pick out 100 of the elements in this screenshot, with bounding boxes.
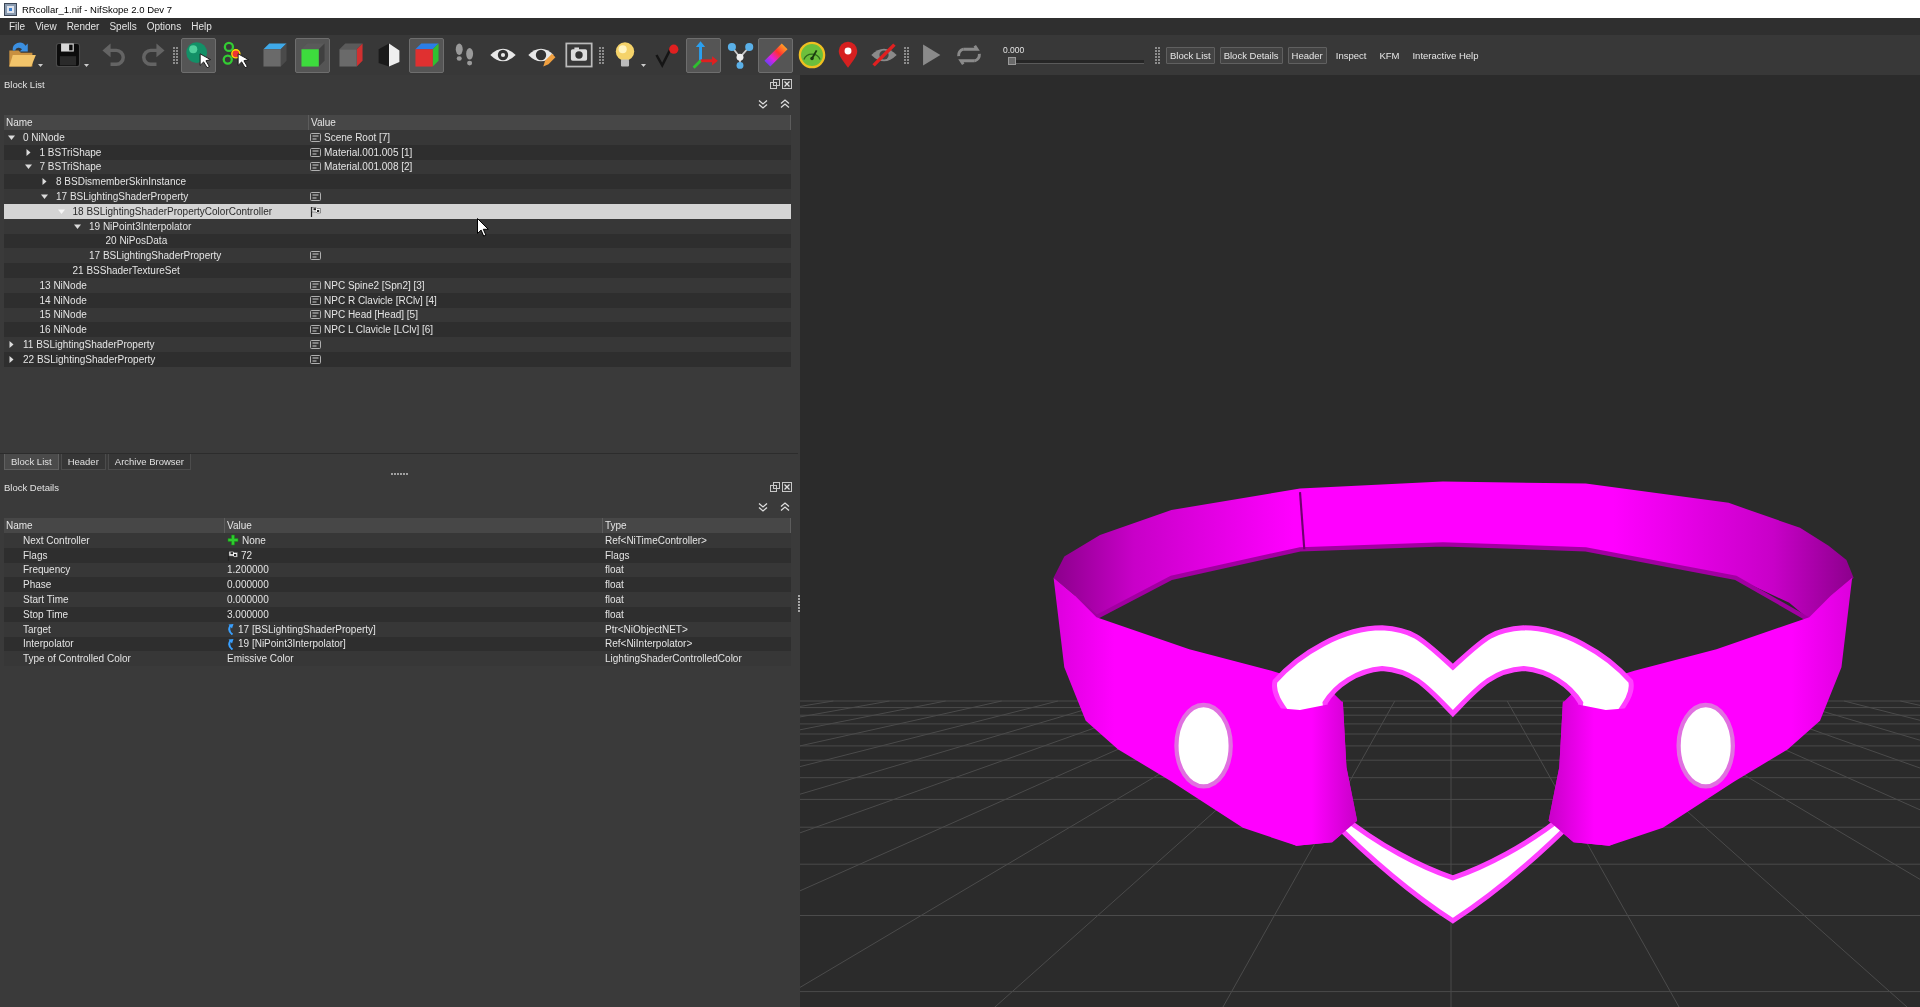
menu-item[interactable]: Spells: [104, 21, 142, 32]
node-name: 16 NiNode: [39, 324, 87, 336]
text-lines-icon: [310, 310, 321, 320]
column-header[interactable]: Value: [225, 518, 603, 533]
caret-down-icon[interactable]: [41, 193, 48, 201]
property-name: Type of Controlled Color: [23, 653, 131, 665]
node-value: NPC Spine2 [Spn2] [3]: [324, 279, 425, 291]
caret-icon: [38, 63, 43, 67]
tree-row[interactable]: 16 NiNode NPC L Clavicle [LClv] [6]: [4, 322, 791, 338]
caret-down-icon[interactable]: [24, 163, 32, 171]
tree-row[interactable]: 21 BSShaderTextureSet: [4, 263, 791, 278]
node-value: NPC Head [Head] [5]: [324, 309, 418, 321]
node-value: Scene Root [7]: [324, 131, 391, 143]
text-lines-icon: [310, 162, 321, 172]
text-lines-icon: [310, 251, 321, 261]
caret-icon: [84, 63, 89, 67]
property-name: Target: [23, 623, 51, 635]
column-header[interactable]: Type: [603, 518, 791, 533]
double-chevron-down-icon[interactable]: [758, 99, 768, 109]
text-lines-icon: [310, 340, 321, 350]
property-name: Frequency: [23, 564, 71, 576]
node-value: Material.001.005 [1]: [324, 146, 413, 158]
flag-icon: [227, 549, 238, 561]
property-type: Ptr<NiObjectNET>: [605, 623, 688, 635]
toolbar-grip[interactable]: [173, 46, 178, 64]
node-name: 13 NiNode: [39, 279, 87, 291]
axes-button[interactable]: [686, 37, 721, 73]
slider-handle[interactable]: [1008, 57, 1016, 65]
splitter-handle[interactable]: [798, 595, 800, 612]
property-value: 0.000000: [227, 594, 269, 606]
vertices-cursor-icon: [221, 40, 252, 70]
caret-right-icon[interactable]: [24, 148, 32, 156]
select-object-button[interactable]: [181, 37, 216, 73]
property-value: 17 [BSLightingShaderProperty]: [238, 623, 376, 635]
column-header[interactable]: Name: [4, 115, 309, 130]
property-type: float: [605, 594, 624, 606]
double-chevron-up-icon[interactable]: [780, 502, 790, 512]
dock-toggle-button[interactable]: KFM: [1375, 46, 1404, 64]
close-icon[interactable]: [782, 79, 792, 89]
camera-icon: [563, 40, 594, 70]
toolbar-grip[interactable]: [1155, 46, 1160, 64]
text-lines-icon: [310, 192, 321, 202]
node-name: 14 NiNode: [39, 294, 87, 306]
menu-item[interactable]: Help: [186, 21, 217, 32]
property-name: Start Time: [23, 594, 69, 606]
toolbar-grip[interactable]: [599, 46, 604, 64]
dock-toggle-button[interactable]: Block List: [1166, 46, 1215, 64]
property-type: float: [605, 608, 624, 620]
splitter-handle[interactable]: [390, 473, 408, 475]
float-icon[interactable]: [770, 482, 780, 492]
node-name: 17 BSLightingShaderProperty: [56, 191, 189, 203]
caret-right-icon[interactable]: [8, 341, 15, 349]
column-header[interactable]: Name: [4, 518, 225, 533]
property-type: float: [605, 579, 624, 591]
menu-item[interactable]: File: [4, 21, 31, 32]
dock-toggle-button[interactable]: Inspect: [1331, 46, 1371, 64]
property-value: 72: [241, 549, 253, 561]
window-title: RRcollar_1.nif - NifSkope 2.0 Dev 7: [22, 3, 172, 15]
menu-item[interactable]: Options: [141, 21, 187, 32]
node-name: 8 BSDismemberSkinInstance: [56, 176, 187, 188]
menu-item[interactable]: View: [30, 21, 62, 32]
double-chevron-down-icon[interactable]: [758, 502, 768, 512]
caret-down-icon[interactable]: [74, 222, 81, 230]
property-type: Flags: [605, 549, 630, 561]
time-slider[interactable]: [1008, 57, 1144, 65]
caret-down-icon[interactable]: [8, 133, 15, 141]
dock-toggle-button[interactable]: Header: [1287, 46, 1327, 64]
folder-icon: [7, 40, 37, 70]
property-value: 19 [NiPoint3Interpolator]: [238, 638, 346, 650]
text-lines-icon: [310, 132, 321, 142]
node-name: 11 BSLightingShaderProperty: [23, 339, 155, 351]
tangents-button[interactable]: [758, 37, 793, 73]
property-type: LightingShaderControlledColor: [605, 653, 742, 665]
dock-toggle-button[interactable]: Interactive Help: [1408, 46, 1483, 64]
toolbar-grip[interactable]: [904, 46, 909, 64]
property-type: float: [605, 564, 624, 576]
column-header[interactable]: Value: [309, 115, 791, 130]
front-view-button[interactable]: [295, 37, 330, 73]
dock-tab[interactable]: Header: [60, 454, 106, 470]
property-name: Stop Time: [23, 608, 69, 620]
dock-toggle-button[interactable]: Block Details: [1219, 46, 1283, 64]
property-type: Ref<NiInterpolator>: [605, 638, 693, 650]
caret-right-icon[interactable]: [8, 355, 15, 363]
property-name: Flags: [23, 549, 48, 561]
property-row[interactable]: Phase 0.000000 float: [4, 577, 791, 593]
caret-right-icon[interactable]: [41, 178, 48, 186]
double-chevron-up-icon[interactable]: [780, 99, 790, 109]
node-name: 17 BSLightingShaderProperty: [89, 250, 222, 262]
close-icon[interactable]: [782, 482, 792, 492]
menu-item[interactable]: Render: [61, 21, 105, 32]
text-lines-icon: [310, 280, 321, 290]
dock-tab[interactable]: Block List: [4, 454, 59, 470]
float-icon[interactable]: [770, 79, 780, 89]
node-name: 18 BSLightingShaderPropertyColorController: [72, 205, 273, 217]
node-name: 15 NiNode: [39, 309, 87, 321]
user-view-button[interactable]: [409, 37, 444, 73]
property-value: Emissive Color: [227, 653, 294, 665]
dock-tab[interactable]: Archive Browser: [107, 454, 191, 470]
mouse-cursor-icon: [477, 218, 489, 237]
tree-row[interactable]: 8 BSDismemberSkinInstance: [4, 174, 791, 190]
